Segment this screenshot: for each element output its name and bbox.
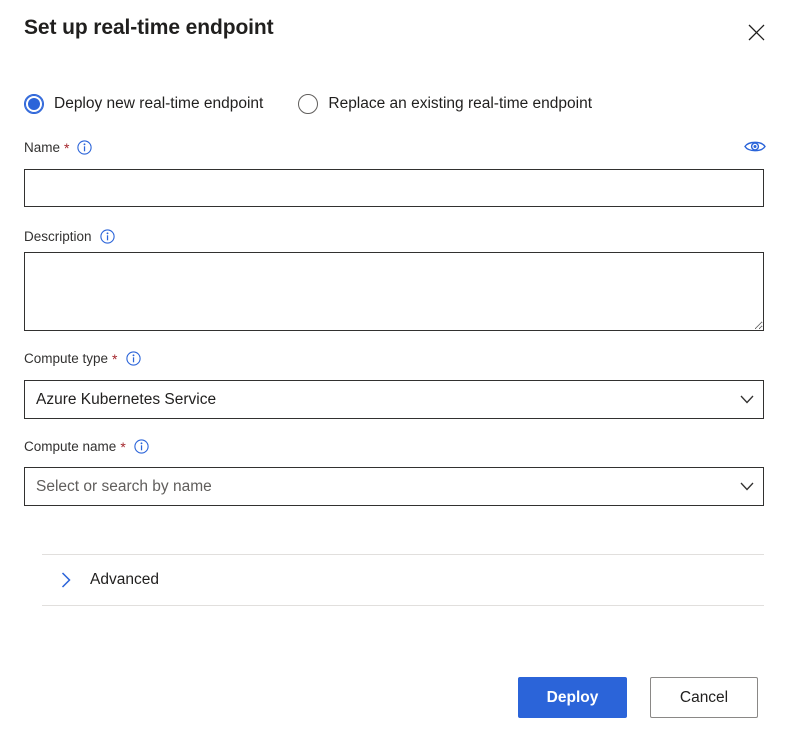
name-input[interactable] — [24, 169, 764, 207]
advanced-section: Advanced — [42, 554, 764, 606]
compute-name-value: Select or search by name — [36, 477, 212, 495]
reveal-name-eye-icon[interactable] — [744, 136, 766, 156]
eye-icon — [744, 139, 766, 154]
compute-name-label-group: Compute name * — [24, 437, 149, 455]
advanced-divider-bottom — [42, 605, 764, 606]
radio-mark-selected — [24, 94, 44, 114]
close-button[interactable] — [740, 16, 772, 48]
description-textarea[interactable] — [24, 252, 764, 331]
close-icon — [748, 24, 765, 41]
cancel-button[interactable]: Cancel — [650, 677, 758, 718]
name-label: Name — [24, 139, 61, 155]
name-required-marker: * — [64, 140, 70, 156]
endpoint-mode-radio-group: Deploy new real-time endpoint Replace an… — [24, 92, 592, 116]
setup-realtime-endpoint-dialog: Set up real-time endpoint Deploy new rea… — [0, 0, 792, 735]
info-icon[interactable] — [125, 350, 141, 366]
dialog-header: Set up real-time endpoint — [0, 0, 792, 70]
radio-replace-existing-endpoint[interactable]: Replace an existing real-time endpoint — [298, 92, 592, 116]
compute-name-label: Compute name — [24, 438, 117, 454]
chevron-down-icon — [731, 381, 763, 418]
compute-type-value: Azure Kubernetes Service — [36, 390, 217, 408]
compute-name-dropdown[interactable]: Select or search by name — [24, 467, 764, 506]
chevron-down-icon — [731, 468, 763, 505]
advanced-toggle[interactable]: Advanced — [42, 555, 764, 605]
info-icon[interactable] — [77, 139, 93, 155]
advanced-label: Advanced — [90, 571, 159, 588]
description-label-group: Description — [24, 227, 115, 245]
compute-type-label-group: Compute type * — [24, 349, 141, 367]
radio-label-deploy-new: Deploy new real-time endpoint — [54, 95, 264, 112]
radio-label-replace-existing: Replace an existing real-time endpoint — [328, 95, 593, 112]
info-icon[interactable] — [134, 438, 149, 454]
page-title: Set up real-time endpoint — [24, 16, 274, 39]
deploy-button[interactable]: Deploy — [518, 677, 627, 718]
chevron-right-icon — [58, 572, 74, 588]
compute-name-required-marker: * — [120, 439, 126, 455]
info-icon[interactable] — [99, 228, 115, 244]
name-label-group: Name * — [24, 138, 93, 156]
description-label: Description — [24, 228, 92, 244]
compute-type-required-marker: * — [112, 351, 118, 367]
compute-type-dropdown[interactable]: Azure Kubernetes Service — [24, 380, 764, 419]
dialog-footer: Deploy Cancel — [0, 677, 792, 719]
compute-type-label: Compute type — [24, 350, 109, 366]
radio-deploy-new-endpoint[interactable]: Deploy new real-time endpoint — [24, 92, 263, 116]
radio-mark-unselected — [298, 94, 319, 114]
